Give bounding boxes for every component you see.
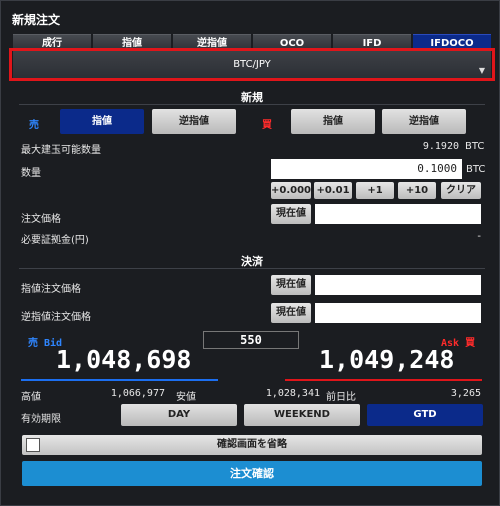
ask-price[interactable]: 1,049,248 (319, 345, 454, 374)
validity-weekend-button[interactable]: WEEKEND (244, 404, 360, 426)
section-new-heading: 新規 (241, 91, 263, 104)
divider (19, 104, 485, 105)
qty-step-0001[interactable]: +0.0001 (271, 182, 318, 199)
qty-step-10[interactable]: +10 (398, 182, 436, 199)
qty-input[interactable]: 0.1000 (271, 159, 462, 179)
ask-underline (285, 379, 482, 381)
submit-order-button[interactable]: 注文確認 (22, 461, 482, 486)
sell-limit-button[interactable]: 指値 (60, 109, 144, 134)
high-value: 1,066,977 (110, 388, 165, 399)
max-qty-unit: BTC (465, 141, 485, 152)
bid-price[interactable]: 1,048,698 (56, 345, 191, 374)
symbol-value: BTC/JPY (233, 59, 271, 70)
low-label: 安値 (176, 392, 196, 403)
high-label: 高値 (21, 392, 41, 403)
margin-value: - (477, 231, 481, 242)
order-price-input[interactable] (315, 204, 481, 224)
settle-limit-current-button[interactable]: 現在値 (271, 275, 311, 295)
order-price-label: 注文価格 (21, 214, 61, 225)
settle-stop-input[interactable] (315, 303, 481, 323)
settle-stop-label: 逆指値注文価格 (21, 312, 91, 323)
symbol-select[interactable]: BTC/JPY ▼ (13, 51, 491, 78)
chevron-down-icon: ▼ (478, 66, 485, 75)
validity-gtd-button[interactable]: GTD (367, 404, 483, 426)
qty-step-1[interactable]: +1 (356, 182, 394, 199)
margin-label: 必要証拠金(円) (21, 235, 89, 246)
bid-underline (21, 379, 218, 381)
settle-stop-current-button[interactable]: 現在値 (271, 303, 311, 323)
section-settle-heading: 決済 (241, 255, 263, 268)
buy-stop-button[interactable]: 逆指値 (382, 109, 466, 134)
skip-confirm-label: 確認画面を省略 (217, 439, 287, 450)
window-title: 新規注文 (12, 13, 61, 27)
skip-confirm-toggle[interactable]: 確認画面を省略 (22, 435, 482, 455)
buy-label: 買 (262, 120, 272, 131)
settle-limit-input[interactable] (315, 275, 481, 295)
change-value: 3,265 (450, 388, 481, 399)
validity-day-button[interactable]: DAY (121, 404, 237, 426)
settle-limit-label: 指値注文価格 (21, 284, 81, 295)
validity-label: 有効期限 (21, 414, 61, 425)
qty-clear-button[interactable]: クリア (441, 182, 481, 199)
order-price-current-button[interactable]: 現在値 (271, 204, 311, 224)
qty-label: 数量 (21, 168, 41, 179)
qty-unit: BTC (466, 164, 486, 175)
max-qty-value: 9.1920 (422, 141, 459, 152)
max-qty-label: 最大建玉可能数量 (21, 145, 101, 156)
qty-step-001[interactable]: +0.01 (314, 182, 352, 199)
divider (19, 268, 485, 269)
sell-label: 売 (29, 120, 39, 131)
buy-limit-button[interactable]: 指値 (291, 109, 375, 134)
change-label: 前日比 (326, 392, 356, 403)
sell-stop-button[interactable]: 逆指値 (152, 109, 236, 134)
low-value: 1,028,341 (265, 388, 320, 399)
order-window: 新規注文 成行 指値 逆指値 OCO IFD IFDOCO BTC/JPY ▼ … (0, 0, 500, 506)
spread-value: 550 (203, 331, 299, 349)
